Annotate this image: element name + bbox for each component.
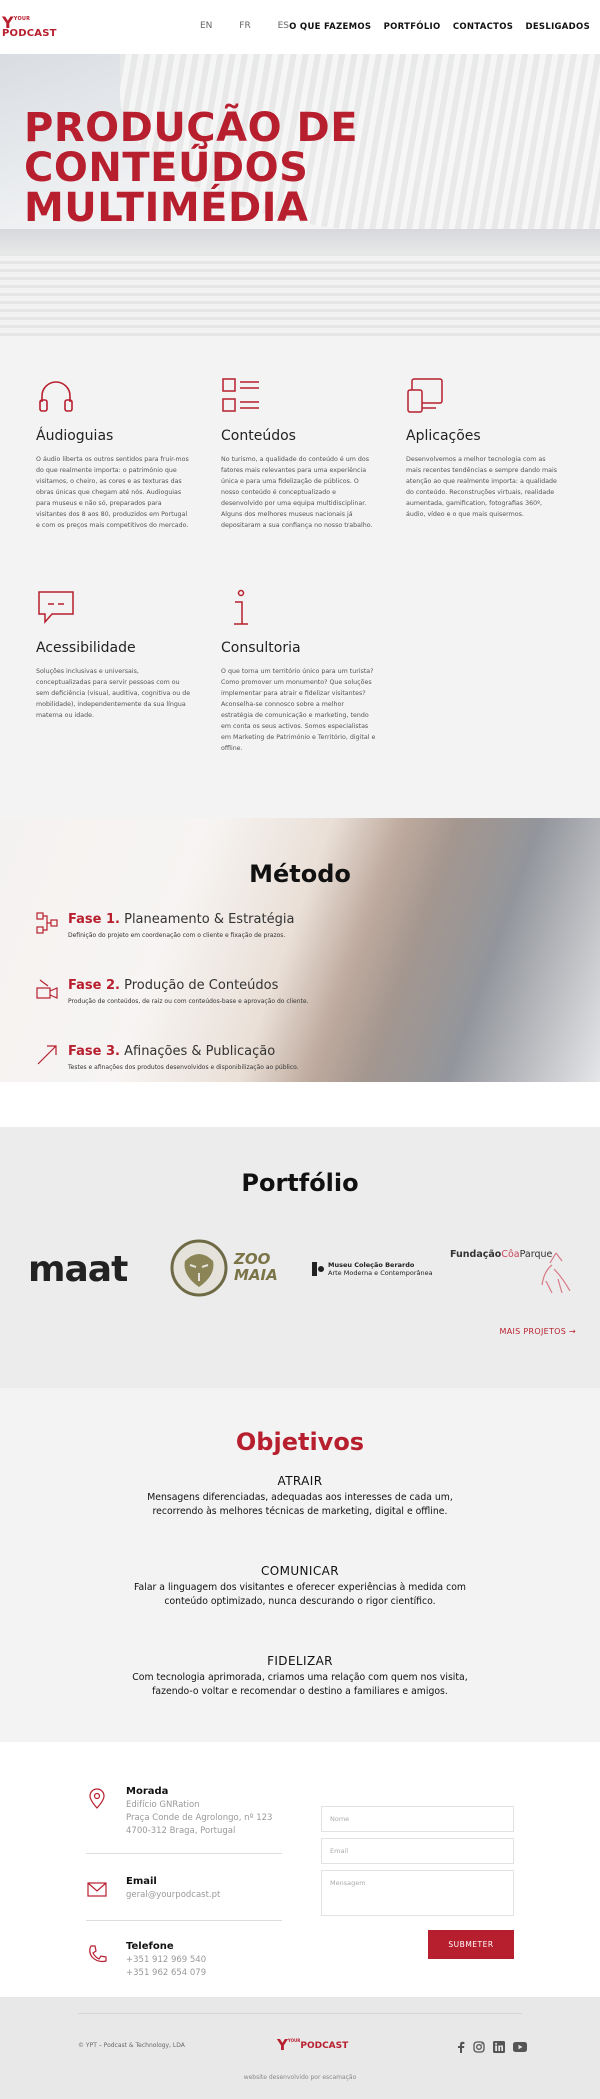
objective-title: COMUNICAR bbox=[260, 1564, 339, 1578]
info-icon bbox=[234, 589, 248, 625]
phase-desc: Testes e afinações dos produtos desenvol… bbox=[68, 1064, 299, 1071]
publish-icon bbox=[37, 1045, 57, 1065]
hero-banner: PRODUÇÃO DE CONTEÚDOS MULTIMÉDIA bbox=[0, 54, 600, 336]
production-icon bbox=[36, 979, 58, 999]
service-audioguias: Áudioguias O áudio liberta os outros sen… bbox=[36, 376, 191, 531]
phone-1[interactable]: +351 912 969 540 bbox=[126, 1955, 206, 1965]
berardo-mark-icon bbox=[312, 1262, 324, 1276]
objective-text: Mensagens diferenciadas, adequadas aos i… bbox=[147, 1492, 453, 1517]
service-title: Consultoria bbox=[221, 640, 301, 656]
objectives-section: Objetivos ATRAIR Mensagens diferenciadas… bbox=[0, 1388, 600, 1742]
address-line-1: Edifício GNRation bbox=[126, 1800, 200, 1810]
logo[interactable]: YYOUR PODCAST bbox=[2, 14, 57, 39]
email-label: Email bbox=[126, 1876, 157, 1887]
nav-contactos[interactable]: CONTACTOS bbox=[453, 22, 513, 32]
copyright: © YPT – Podcast & Technology, LDA bbox=[78, 2042, 185, 2049]
name-input[interactable] bbox=[321, 1806, 514, 1832]
method-title: Método bbox=[249, 860, 351, 888]
phone-label: Telefone bbox=[126, 1941, 174, 1952]
map-pin-icon bbox=[89, 1788, 105, 1809]
service-title: Acessibilidade bbox=[36, 640, 136, 656]
message-textarea[interactable] bbox=[321, 1870, 514, 1916]
email-link[interactable]: geral@yourpodcast.pt bbox=[126, 1890, 220, 1900]
logo-main-text: PODCAST bbox=[2, 28, 57, 39]
portfolio-title: Portfólio bbox=[241, 1169, 359, 1197]
phone-2[interactable]: +351 962 654 079 bbox=[126, 1968, 206, 1978]
developer-credit[interactable]: website desenvolvido por escamação bbox=[0, 2074, 600, 2081]
submit-button[interactable]: SUBMETER bbox=[428, 1930, 514, 1959]
address-line-2: Praça Conde de Agrolongo, nº 123 bbox=[126, 1813, 273, 1823]
contact-divider bbox=[86, 1853, 282, 1854]
main-nav: O QUE FAZEMOS PORTFÓLIO CONTACTOS DESLIG… bbox=[280, 22, 590, 32]
service-conteudos: Conteúdos No turismo, a qualidade do con… bbox=[221, 376, 376, 531]
services-section: Áudioguias O áudio liberta os outros sen… bbox=[0, 336, 600, 818]
logo-fundacao-coa-parque[interactable]: FundaçãoCôaParque bbox=[450, 1249, 571, 1309]
speech-bubble-icon bbox=[38, 591, 74, 624]
objective-text: Falar a linguagem dos visitantes e ofere… bbox=[134, 1582, 466, 1607]
service-title: Conteúdos bbox=[221, 428, 296, 444]
objective-title: ATRAIR bbox=[277, 1474, 323, 1488]
logo-zoo-maia[interactable]: ZOO MAIA bbox=[170, 1239, 290, 1299]
method-section: Método Fase 1. Planeamento & Estratégia … bbox=[0, 818, 600, 1082]
site-footer: © YPT – Podcast & Technology, LDA YYOURP… bbox=[0, 1997, 600, 2099]
objective-comunicar: COMUNICAR Falar a linguagem dos visitant… bbox=[0, 1564, 600, 1609]
tiger-icon bbox=[170, 1239, 228, 1297]
youtube-icon[interactable] bbox=[513, 2042, 527, 2052]
linkedin-icon[interactable] bbox=[493, 2041, 505, 2053]
service-aplicacoes: Aplicações Desenvolvemos a melhor tecnol… bbox=[406, 376, 561, 520]
hero-title: PRODUÇÃO DE CONTEÚDOS MULTIMÉDIA bbox=[24, 105, 359, 231]
objective-title: FIDELIZAR bbox=[267, 1654, 333, 1668]
email-input[interactable] bbox=[321, 1838, 514, 1864]
content-grid-icon bbox=[222, 378, 259, 412]
facebook-icon[interactable] bbox=[457, 2041, 465, 2053]
objective-text: Com tecnologia aprimorada, criamos uma r… bbox=[132, 1672, 468, 1697]
contact-section: Morada Edifício GNRation Praça Conde de … bbox=[0, 1742, 600, 1997]
service-text: Soluções inclusivas e universais, concep… bbox=[36, 668, 191, 719]
footer-logo[interactable]: YYOURPODCAST bbox=[277, 2036, 348, 2054]
service-text: O áudio liberta os outros sentidos para … bbox=[36, 456, 189, 529]
objectives-title: Objetivos bbox=[235, 1428, 365, 1456]
phase-desc: Produção de conteúdos, de raiz ou com co… bbox=[68, 998, 309, 1005]
objective-atrair: ATRAIR Mensagens diferenciadas, adequada… bbox=[0, 1474, 600, 1519]
address-line-3: 4700-312 Braga, Portugal bbox=[126, 1826, 236, 1836]
logo-maat[interactable]: maat bbox=[28, 1249, 128, 1290]
phase-title: Fase 1. Planeamento & Estratégia bbox=[68, 912, 295, 927]
nav-o-que-fazemos[interactable]: O QUE FAZEMOS bbox=[289, 22, 371, 32]
social-links bbox=[457, 2041, 527, 2053]
address-label: Morada bbox=[126, 1786, 169, 1797]
service-text: O que torna um território único para um … bbox=[221, 668, 376, 752]
service-consultoria: Consultoria O que torna um território ún… bbox=[221, 588, 376, 754]
service-title: Aplicações bbox=[406, 428, 481, 444]
headphones-icon bbox=[39, 381, 73, 412]
phase-title: Fase 3. Afinações & Publicação bbox=[68, 1044, 276, 1059]
contact-divider bbox=[86, 1920, 282, 1921]
service-text: Desenvolvemos a melhor tecnologia com as… bbox=[406, 456, 558, 518]
phase-desc: Definição do projeto em coordenação com … bbox=[68, 932, 286, 939]
logo-small-text: YOUR bbox=[13, 16, 31, 22]
envelope-icon bbox=[87, 1882, 107, 1897]
devices-icon bbox=[407, 378, 443, 413]
objective-fidelizar: FIDELIZAR Com tecnologia aprimorada, cri… bbox=[0, 1654, 600, 1699]
lang-en[interactable]: EN bbox=[200, 21, 212, 31]
phase-title: Fase 2. Produção de Conteúdos bbox=[68, 978, 279, 993]
more-projects-link[interactable]: MAIS PROJETOS → bbox=[500, 1327, 576, 1336]
portfolio-section: Portfólio maat ZOO MAIA Museu Coleção Be… bbox=[0, 1127, 600, 1388]
nav-desligados[interactable]: DESLIGADOS bbox=[525, 22, 590, 32]
lang-fr[interactable]: FR bbox=[239, 21, 250, 31]
site-header: YYOUR PODCAST EN FR ES O QUE FAZEMOS POR… bbox=[0, 0, 600, 54]
service-title: Áudioguias bbox=[36, 428, 114, 444]
instagram-icon[interactable] bbox=[473, 2041, 485, 2053]
service-text: No turismo, a qualidade do conteúdo é um… bbox=[221, 456, 373, 529]
deer-icon bbox=[541, 1252, 571, 1294]
phone-icon bbox=[89, 1945, 107, 1963]
service-acessibilidade: Acessibilidade Soluções inclusivas e uni… bbox=[36, 588, 191, 721]
nav-portfolio[interactable]: PORTFÓLIO bbox=[384, 22, 441, 32]
strategy-icon bbox=[36, 912, 58, 934]
